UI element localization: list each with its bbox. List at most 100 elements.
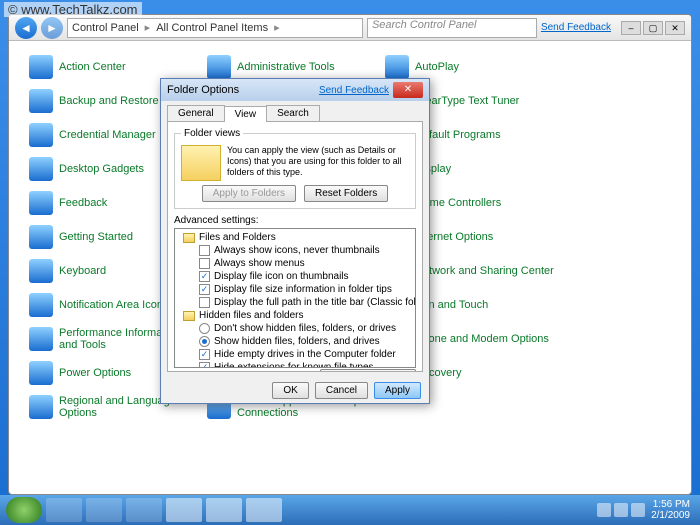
forward-button[interactable]: ► <box>41 17 63 39</box>
tree-item-label: Hidden files and folders <box>199 310 304 321</box>
send-feedback-link[interactable]: Send Feedback <box>541 22 611 33</box>
cp-item-label: Keyboard <box>59 265 106 277</box>
cp-item-icon <box>207 55 231 79</box>
taskbar-explorer-icon[interactable] <box>86 498 122 522</box>
chevron-right-icon: ▸ <box>145 21 151 34</box>
watermark-text: © www.TechTalkz.com <box>4 2 142 17</box>
radio[interactable] <box>199 336 210 347</box>
checkbox[interactable]: ✓ <box>199 284 210 295</box>
checkbox[interactable]: ✓ <box>199 362 210 368</box>
dialog-footer: OK Cancel Apply <box>161 378 429 403</box>
folder-views-group: Folder views You can apply the view (suc… <box>174 128 416 209</box>
breadcrumb[interactable]: Control Panel ▸ All Control Panel Items … <box>67 18 363 38</box>
clock-date: 2/1/2009 <box>651 510 690 521</box>
cp-item-icon <box>29 157 53 181</box>
tree-item[interactable]: ✓ Hide extensions for known file types <box>177 361 413 368</box>
search-input[interactable]: Search Control Panel <box>367 18 537 38</box>
cp-item-label: Credential Manager <box>59 129 156 141</box>
checkbox[interactable] <box>199 245 210 256</box>
tray-icon[interactable] <box>631 503 645 517</box>
taskbar[interactable]: 1:56 PM 2/1/2009 <box>0 495 700 525</box>
checkbox[interactable]: ✓ <box>199 271 210 282</box>
dialog-title: Folder Options <box>167 84 319 96</box>
tree-item[interactable]: Display the full path in the title bar (… <box>177 296 413 309</box>
taskbar-item[interactable] <box>166 498 202 522</box>
cp-item-label: Notification Area Icons <box>59 299 168 311</box>
cp-item-label: AutoPlay <box>415 61 459 73</box>
tree-item-label: Hide extensions for known file types <box>214 362 374 368</box>
tree-item[interactable]: ✓ Hide empty drives in the Computer folde… <box>177 348 413 361</box>
radio[interactable] <box>199 323 210 334</box>
group-legend: Folder views <box>181 128 243 139</box>
tree-item-label: Always show menus <box>214 258 305 269</box>
cp-item-icon <box>29 191 53 215</box>
breadcrumb-item[interactable]: All Control Panel Items <box>156 22 268 34</box>
tree-item[interactable]: Files and Folders <box>177 231 413 244</box>
tab-bar: GeneralViewSearch <box>161 101 429 121</box>
cp-item-icon <box>29 259 53 283</box>
breadcrumb-item[interactable]: Control Panel <box>72 22 139 34</box>
tray-icon[interactable] <box>614 503 628 517</box>
tab-view[interactable]: View <box>224 106 268 122</box>
tree-item-label: Files and Folders <box>199 232 276 243</box>
system-tray[interactable]: 1:56 PM 2/1/2009 <box>597 499 694 521</box>
minimize-button[interactable]: – <box>621 21 641 35</box>
cp-item-icon <box>29 123 53 147</box>
tray-icon[interactable] <box>597 503 611 517</box>
cp-item-icon <box>29 89 53 113</box>
tree-item[interactable]: Always show icons, never thumbnails <box>177 244 413 257</box>
tree-item[interactable]: Hidden files and folders <box>177 309 413 322</box>
tree-item[interactable]: Always show menus <box>177 257 413 270</box>
folder-icon <box>183 311 195 321</box>
checkbox[interactable] <box>199 258 210 269</box>
checkbox[interactable] <box>199 297 210 308</box>
back-button[interactable]: ◄ <box>15 17 37 39</box>
tree-item[interactable]: Don't show hidden files, folders, or dri… <box>177 322 413 335</box>
toolbar: ◄ ► Control Panel ▸ All Control Panel It… <box>9 15 691 41</box>
folder-options-dialog: Folder Options Send Feedback ✕ GeneralVi… <box>160 78 430 404</box>
cp-item-label: Feedback <box>59 197 107 209</box>
folder-views-text: You can apply the view (such as Details … <box>227 145 409 181</box>
tab-general[interactable]: General <box>167 105 225 121</box>
tree-item-label: Hide empty drives in the Computer folder <box>214 349 396 360</box>
tab-search[interactable]: Search <box>266 105 320 121</box>
clock-time: 1:56 PM <box>651 499 690 510</box>
tree-item[interactable]: ✓Display file size information in folder… <box>177 283 413 296</box>
cp-item-icon <box>29 225 53 249</box>
taskbar-ie-icon[interactable] <box>46 498 82 522</box>
cp-item-label: Network and Sharing Center <box>415 265 554 277</box>
close-button[interactable]: ✕ <box>393 82 423 98</box>
apply-button[interactable]: Apply <box>374 382 421 399</box>
maximize-button[interactable]: ▢ <box>643 21 663 35</box>
tree-item[interactable]: Show hidden files, folders, and drives <box>177 335 413 348</box>
apply-to-folders-button[interactable]: Apply to Folders <box>202 185 296 202</box>
tree-item-label: Display file icon on thumbnails <box>214 271 349 282</box>
tree-item[interactable]: ✓ Display file icon on thumbnails <box>177 270 413 283</box>
cp-item-label: Backup and Restore <box>59 95 159 107</box>
reset-folders-button[interactable]: Reset Folders <box>304 185 388 202</box>
checkbox[interactable]: ✓ <box>199 349 210 360</box>
cp-item-icon <box>29 395 53 419</box>
tree-item-label: Show hidden files, folders, and drives <box>214 336 380 347</box>
start-button[interactable] <box>6 497 42 523</box>
cp-item-label: Getting Started <box>59 231 133 243</box>
taskbar-media-icon[interactable] <box>126 498 162 522</box>
taskbar-item[interactable] <box>206 498 242 522</box>
cp-item-icon <box>29 361 53 385</box>
ok-button[interactable]: OK <box>272 382 308 399</box>
chevron-right-icon: ▸ <box>274 21 280 34</box>
dialog-titlebar: Folder Options Send Feedback ✕ <box>161 79 429 101</box>
send-feedback-link[interactable]: Send Feedback <box>319 85 389 96</box>
cp-item-label: Power Options <box>59 367 131 379</box>
close-button[interactable]: ✕ <box>665 21 685 35</box>
restore-defaults-button[interactable]: Restore Defaults <box>320 369 416 372</box>
cp-item-label: Administrative Tools <box>237 61 335 73</box>
advanced-settings-tree[interactable]: Files and FoldersAlways show icons, neve… <box>174 228 416 368</box>
taskbar-item[interactable] <box>246 498 282 522</box>
cp-item-label: Phone and Modem Options <box>415 333 549 345</box>
cp-item-icon <box>385 55 409 79</box>
cancel-button[interactable]: Cancel <box>315 382 368 399</box>
folder-icon <box>181 145 221 181</box>
cp-item-label: Desktop Gadgets <box>59 163 144 175</box>
tree-item-label: Don't show hidden files, folders, or dri… <box>214 323 396 334</box>
